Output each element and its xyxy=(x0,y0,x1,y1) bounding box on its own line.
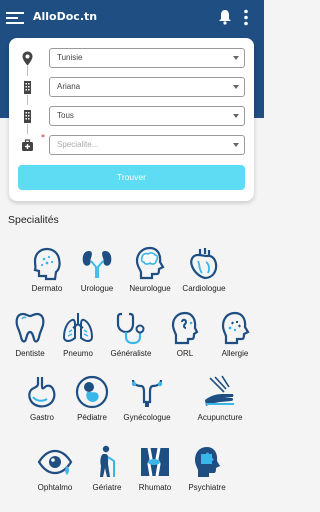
specialty-label: Pneumo xyxy=(63,349,93,358)
chevron-down-icon xyxy=(233,114,239,118)
dermatology-head-icon xyxy=(33,247,61,281)
app-title: AlloDoc.tn xyxy=(33,10,98,23)
search-card: Tunisie Ariana Tous * Specialite... Trou… xyxy=(9,38,254,201)
specialty-rhumato[interactable]: Rhumato xyxy=(125,444,185,504)
building-icon xyxy=(24,110,31,123)
specialty-label: Généraliste xyxy=(110,349,152,358)
elderly-person-icon xyxy=(100,445,115,477)
chevron-down-icon xyxy=(233,56,239,60)
eye-icon xyxy=(37,449,73,475)
more-vertical-icon[interactable] xyxy=(243,9,249,26)
building-icon xyxy=(24,81,31,94)
specialty-label: Psychiatre xyxy=(188,483,226,492)
stomach-icon xyxy=(28,377,56,408)
heart-organ-icon xyxy=(190,248,218,280)
specialty-neurologue[interactable]: Neurologue xyxy=(120,245,180,305)
puzzle-head-icon xyxy=(195,447,220,477)
specialty-allergie[interactable]: Allergie xyxy=(205,310,265,370)
tooth-icon xyxy=(15,312,45,343)
city-select[interactable]: Ariana xyxy=(49,77,245,97)
baby-fetus-icon xyxy=(75,375,109,409)
brain-head-icon xyxy=(135,246,165,280)
kidneys-icon xyxy=(82,251,112,278)
chevron-down-icon xyxy=(233,143,239,147)
specialty-pneumo[interactable]: Pneumo xyxy=(48,310,108,370)
allergy-head-icon xyxy=(221,311,250,345)
medical-bag-icon xyxy=(22,139,33,151)
specialty-label: Gynécologue xyxy=(123,413,171,422)
location-pin-icon xyxy=(22,51,33,66)
area-select[interactable]: Tous xyxy=(49,106,245,126)
stethoscope-icon xyxy=(116,312,145,345)
bell-icon[interactable] xyxy=(218,9,232,25)
specialty-label: Cardiologue xyxy=(182,284,226,293)
top-bar: AlloDoc.tn xyxy=(0,0,264,36)
specialty-gynecologue[interactable]: Gynécologue xyxy=(117,374,177,434)
specialty-label: Urologue xyxy=(80,284,114,293)
specialty-ophtalmo[interactable]: Ophtalmo xyxy=(25,444,85,504)
specialite-row: * Specialite... xyxy=(9,133,254,155)
specialty-label: Pédiatre xyxy=(77,413,107,422)
required-marker: * xyxy=(41,133,45,142)
specialty-generaliste[interactable]: Généraliste xyxy=(101,310,161,370)
specialty-label: Rhumato xyxy=(138,483,172,492)
menu-icon[interactable] xyxy=(6,11,24,25)
acupuncture-hand-icon xyxy=(205,375,234,406)
specialty-psychiatre[interactable]: Psychiatre xyxy=(177,444,237,504)
specialty-cardiologue[interactable]: Cardiologue xyxy=(174,245,234,305)
area-row: Tous xyxy=(9,106,254,126)
lungs-icon xyxy=(62,313,94,342)
specialty-label: Allergie xyxy=(221,349,249,358)
knee-joint-icon xyxy=(141,447,169,477)
specialty-urologue[interactable]: Urologue xyxy=(67,245,127,305)
specialty-pediatre[interactable]: Pédiatre xyxy=(62,374,122,434)
specialty-label: Acupuncture xyxy=(197,413,243,422)
country-row: Tunisie xyxy=(9,48,254,68)
city-row: Ariana xyxy=(9,77,254,97)
specialty-label: Neurologue xyxy=(129,284,171,293)
ent-head-icon xyxy=(171,311,199,345)
country-select[interactable]: Tunisie xyxy=(49,48,245,68)
specialties-title: Specialités xyxy=(8,214,59,226)
specialty-label: Ophtalmo xyxy=(37,483,73,492)
chevron-down-icon xyxy=(233,85,239,89)
uterus-icon xyxy=(131,379,163,407)
specialite-select[interactable]: Specialite... xyxy=(49,135,245,155)
find-button[interactable]: Trouver xyxy=(18,165,245,190)
specialty-acupuncture[interactable]: Acupuncture xyxy=(190,374,250,434)
